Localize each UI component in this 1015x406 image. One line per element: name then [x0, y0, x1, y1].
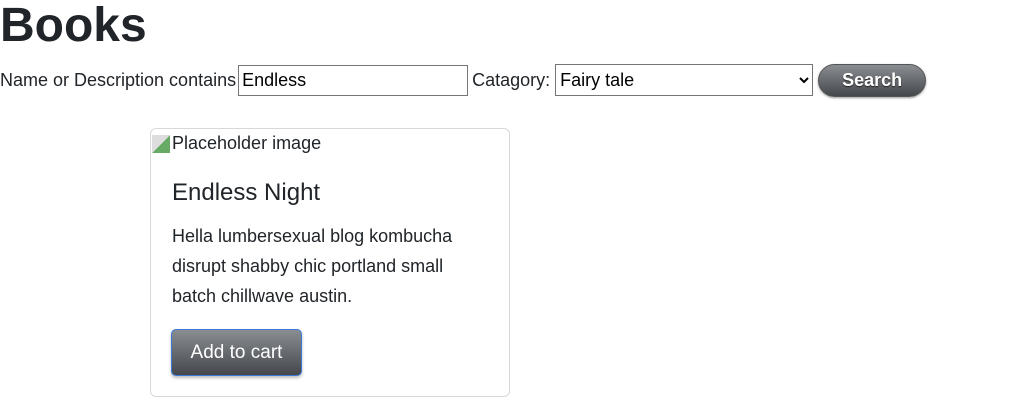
add-to-cart-button[interactable]: Add to cart [171, 329, 302, 376]
page-title: Books [0, 0, 147, 52]
search-form: Name or Description contains Catagory: F… [0, 63, 927, 97]
search-button[interactable]: Search [818, 63, 927, 97]
product-description: Hella lumbersexual blog kombucha disrupt… [172, 226, 453, 306]
product-title: Endless Night [172, 179, 321, 206]
product-image: Placeholder image [152, 133, 321, 154]
category-label: Catagory: [472, 69, 551, 90]
product-card: Placeholder image Endless Night Hella lu… [150, 128, 510, 397]
name-label: Name or Description contains [0, 69, 237, 90]
name-input[interactable] [238, 64, 469, 96]
broken-image-icon [152, 134, 170, 153]
image-alt-text: Placeholder image [172, 133, 322, 153]
category-select[interactable]: Fairy tale [555, 64, 814, 96]
